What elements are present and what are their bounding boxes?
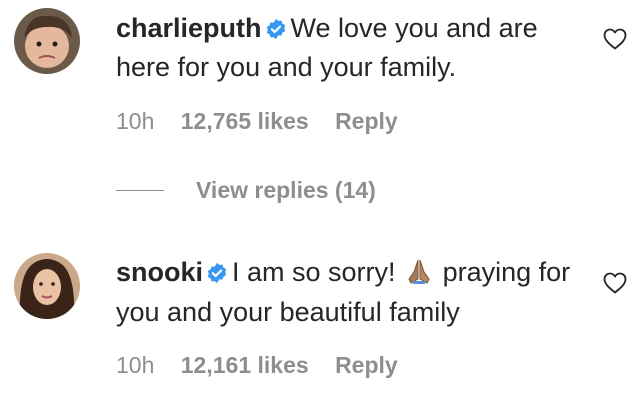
- comment-text-block: snooki I am so sorry! praying for you and…: [116, 254, 586, 330]
- verified-badge-icon: [265, 13, 287, 49]
- comment-time: 10h: [116, 352, 155, 378]
- comment-meta: 10h 12,161 likes Reply: [116, 352, 418, 379]
- avatar-image: [14, 253, 80, 319]
- username[interactable]: snooki: [116, 257, 203, 287]
- view-replies-button[interactable]: View replies (14): [116, 175, 376, 205]
- view-replies-label: View replies (14): [196, 176, 376, 203]
- reply-button[interactable]: Reply: [335, 352, 398, 378]
- comment-meta: 10h 12,765 likes Reply: [116, 108, 418, 135]
- likes-count[interactable]: 12,765 likes: [181, 108, 309, 134]
- comment-text-before: I am so sorry!: [232, 257, 396, 287]
- comment-text-block: charlieputh We love you and are here for …: [116, 10, 586, 85]
- replies-divider-line: [116, 189, 164, 191]
- avatar-image: [14, 8, 80, 74]
- like-heart-icon[interactable]: [603, 28, 627, 50]
- folded-hands-emoji-icon: [405, 257, 433, 294]
- verified-badge-icon: [206, 257, 228, 293]
- comment-time: 10h: [116, 108, 155, 134]
- likes-count[interactable]: 12,161 likes: [181, 352, 309, 378]
- avatar-snooki[interactable]: [14, 253, 80, 319]
- avatar-charlieputh[interactable]: [14, 8, 80, 74]
- username[interactable]: charlieputh: [116, 13, 262, 43]
- like-heart-icon[interactable]: [603, 272, 627, 294]
- reply-button[interactable]: Reply: [335, 108, 398, 134]
